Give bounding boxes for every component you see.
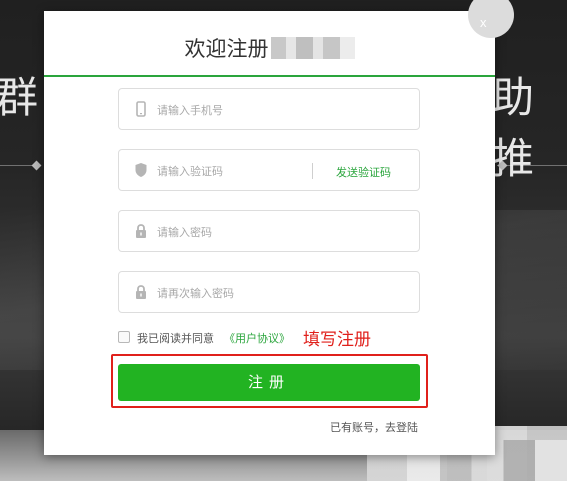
- phone-field[interactable]: 请输入手机号: [118, 88, 420, 130]
- send-code-button[interactable]: 发送验证码: [336, 164, 391, 180]
- shield-icon: [135, 163, 147, 177]
- dialog-title: 欢迎注册: [44, 33, 495, 63]
- confirm-password-field[interactable]: 请再次输入密码: [118, 271, 420, 313]
- field-separator: [312, 163, 313, 179]
- phone-icon: [136, 101, 146, 117]
- lock-icon: [136, 285, 146, 299]
- code-placeholder: 请输入验证码: [157, 165, 223, 178]
- agree-text: 我已阅读并同意: [137, 332, 214, 345]
- lock-icon: [136, 224, 146, 238]
- register-button[interactable]: 注册: [118, 364, 420, 401]
- password-placeholder: 请输入密码: [157, 226, 212, 239]
- background-diamond-left: [31, 160, 42, 171]
- verification-code-field[interactable]: 请输入验证码 发送验证码: [118, 149, 420, 191]
- close-icon: x: [480, 15, 487, 30]
- confirm-password-placeholder: 请再次输入密码: [157, 287, 234, 300]
- agree-checkbox[interactable]: [118, 331, 130, 343]
- title-divider: [44, 75, 495, 77]
- phone-placeholder: 请输入手机号: [157, 104, 223, 117]
- register-dialog: 欢迎注册 请输入手机号 请输入验证码 发送验证码 请输入密码 请再次输入密码 我…: [44, 11, 495, 455]
- dialog-title-text: 欢迎注册: [184, 37, 269, 61]
- blurred-site-name: [270, 37, 355, 59]
- password-field[interactable]: 请输入密码: [118, 210, 420, 252]
- annotation-label: 填写注册: [303, 330, 371, 350]
- login-link[interactable]: 已有账号，去登陆: [330, 419, 418, 435]
- user-agreement-link[interactable]: 《用户协议》: [224, 330, 290, 346]
- background-text-left: 群: [0, 73, 41, 122]
